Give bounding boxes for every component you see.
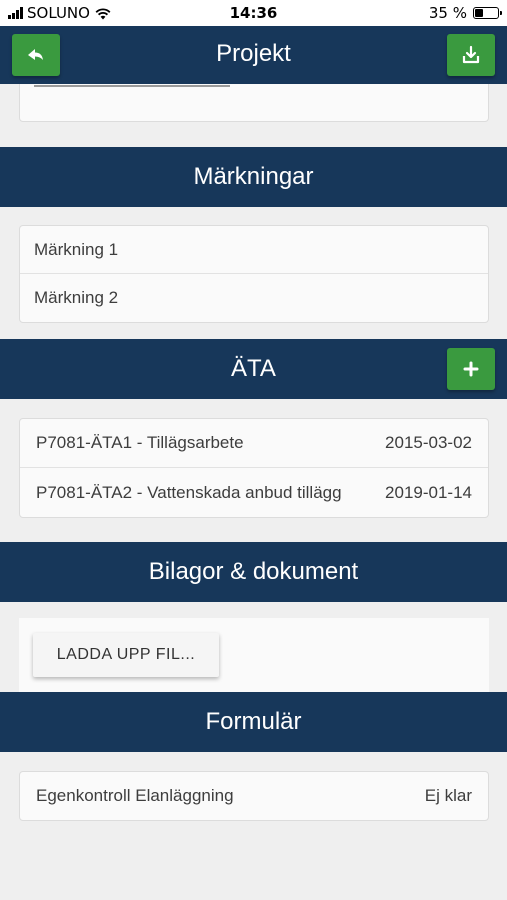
upload-area: LADDA UPP FIL... [19,618,489,694]
list-item[interactable]: Egenkontroll Elanläggning Ej klar [20,772,488,820]
battery-percent: 35 % [428,4,467,22]
markningar-list: Märkning 1 Märkning 2 [19,225,489,323]
status-bar: SOLUNO 14:36 35 % [0,0,507,26]
plus-icon [463,361,479,377]
ata-date: 2019-01-14 [385,482,472,502]
list-item[interactable]: Märkning 1 [20,226,488,274]
battery-icon [473,7,502,19]
upload-file-button[interactable]: LADDA UPP FIL... [33,633,219,677]
list-item[interactable]: Märkning 2 [20,274,488,322]
page-title: Projekt [216,40,291,67]
section-title: ÄTA [231,355,276,382]
item-label: Märkning 1 [34,239,119,259]
item-label: Märkning 2 [34,288,119,307]
ata-date: 2015-03-02 [385,433,472,452]
ata-name: P7081-ÄTA1 - Tillägsarbete [36,433,244,452]
app-header: Projekt [0,26,507,84]
section-header-markningar: Märkningar [0,147,507,207]
list-item[interactable]: P7081-ÄTA1 - Tillägsarbete 2015-03-02 [20,419,488,468]
status-right: 35 % [428,4,502,22]
add-ata-button[interactable] [447,348,495,390]
section-header-ata: ÄTA [0,339,507,399]
section-title: Märkningar [193,163,314,190]
ata-list: P7081-ÄTA1 - Tillägsarbete 2015-03-02 P7… [19,418,489,518]
section-title: Formulär [205,708,302,735]
formular-list: Egenkontroll Elanläggning Ej klar [19,771,489,821]
list-item[interactable]: P7081-ÄTA2 - Vattenskada anbud tillägg 2… [20,468,488,517]
form-status: Ej klar [424,786,472,805]
section-header-formular: Formulär [0,692,507,752]
cut-off-field [34,85,230,87]
section-header-bilagor: Bilagor & dokument [0,542,507,602]
download-icon [462,45,480,64]
section-title: Bilagor & dokument [148,558,359,585]
download-button[interactable] [447,34,495,76]
battery-level [475,9,483,17]
ata-name: P7081-ÄTA2 - Vattenskada anbud tillägg [36,482,342,502]
form-name: Egenkontroll Elanläggning [36,786,234,805]
